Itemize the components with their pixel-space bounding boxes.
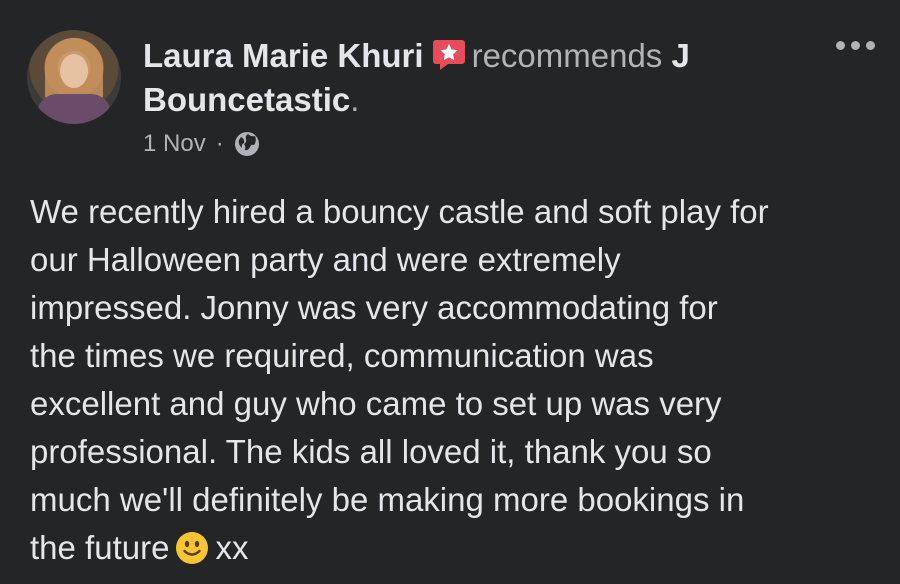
body-line: our Halloween party and were extremely (30, 241, 621, 278)
more-dot-icon (865, 40, 875, 50)
more-dot-icon (835, 40, 845, 50)
more-dot-icon (850, 40, 860, 50)
body-line: We recently hired a bouncy castle and so… (30, 193, 769, 230)
post-header: Laura Marie Khuri recommends J Bouncetas… (143, 34, 793, 122)
header-line-1: Laura Marie Khuri recommends J (143, 34, 793, 78)
post-date[interactable]: 1 Nov (143, 130, 206, 158)
slightly-smiling-face-emoji-icon (176, 532, 209, 564)
avatar-face (60, 54, 88, 88)
page-name-suffix: . (350, 81, 360, 118)
body-line: professional. The kids all loved it, tha… (30, 433, 712, 470)
body-line: the future (30, 529, 170, 566)
avatar-shirt (37, 94, 111, 124)
body-line: the times we required, communication was (30, 337, 654, 374)
recommendation-post: Laura Marie Khuri recommends J Bouncetas… (0, 0, 900, 584)
body-end: xx (215, 529, 249, 566)
page-name-part1[interactable]: J (671, 37, 689, 74)
post-body: We recently hired a bouncy castle and so… (30, 188, 880, 572)
more-options-button[interactable] (830, 30, 880, 60)
page-name-part2[interactable]: Bouncetastic (143, 81, 350, 118)
recommend-star-badge-icon (432, 40, 465, 70)
avatar[interactable] (27, 30, 121, 124)
recommends-text: recommends (471, 37, 663, 74)
meta-separator: · (215, 130, 224, 157)
body-last-line: the future xx (30, 524, 880, 572)
globe-icon (234, 132, 259, 156)
header-line-2: Bouncetastic. (143, 78, 793, 122)
body-line: much we'll definitely be making more boo… (30, 481, 745, 518)
body-line: impressed. Jonny was very accommodating … (30, 289, 718, 326)
post-meta: 1 Nov · (143, 130, 260, 158)
body-line: excellent and guy who came to set up was… (30, 385, 722, 422)
author-name[interactable]: Laura Marie Khuri (143, 37, 424, 74)
